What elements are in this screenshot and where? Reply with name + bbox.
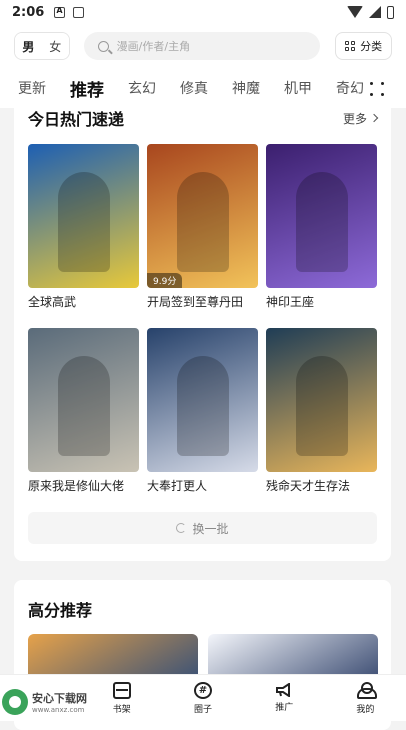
status-bar: 2:06 — [0, 0, 406, 24]
comic-cover[interactable] — [266, 144, 377, 288]
refresh-label: 换一批 — [192, 521, 229, 536]
status-time: 2:06 — [12, 4, 45, 20]
more-link[interactable]: 更多 — [342, 110, 379, 127]
comic-cover[interactable] — [266, 328, 377, 472]
nav-item-1[interactable]: # 圈子 — [162, 675, 243, 721]
bookshelf-icon — [112, 681, 131, 699]
tab-5[interactable]: 机甲 — [284, 78, 312, 98]
tab-3[interactable]: 修真 — [180, 78, 208, 98]
signal-icon — [369, 6, 381, 18]
wifi-icon — [347, 6, 363, 18]
more-label: 更多 — [342, 111, 367, 126]
high-score-header: 高分推荐 — [14, 580, 391, 638]
cover-figure — [177, 356, 229, 456]
notification-a-icon — [54, 6, 66, 18]
cover-figure — [58, 172, 110, 272]
watermark: 安心下载网 www.anxz.com — [0, 684, 104, 720]
gender-female-button[interactable]: 女 — [41, 33, 69, 59]
comic-title[interactable]: 残命天才生存法 — [266, 477, 377, 497]
hash-circle-icon: # — [194, 681, 212, 699]
comic-cover[interactable] — [28, 144, 139, 288]
hot-section-title: 今日热门速递 — [28, 110, 125, 129]
cover-figure — [58, 356, 110, 456]
cover-figure — [296, 172, 348, 272]
search-icon — [97, 40, 109, 52]
comic-item[interactable]: 神印王座 — [266, 144, 377, 328]
cover-figure — [296, 356, 348, 456]
notification-box-icon — [73, 6, 85, 18]
megaphone-icon — [275, 682, 293, 698]
battery-icon — [387, 5, 394, 19]
nav-item-3[interactable]: 我的 — [325, 675, 406, 721]
watermark-main: 安心下载网 — [32, 692, 87, 705]
hot-grid: 全球高武 9.9分开局签到至尊丹田 神印王座原来我是修仙大佬 大奉打更人 残命天才生存法 — [28, 144, 378, 512]
comic-title[interactable]: 开局签到至尊丹田 — [147, 293, 258, 313]
nav-label: 圈子 — [194, 704, 213, 715]
nav-label: 书架 — [112, 704, 131, 715]
comic-title[interactable]: 原来我是修仙大佬 — [28, 477, 139, 497]
comic-title[interactable]: 神印王座 — [266, 293, 377, 313]
tab-0[interactable]: 更新 — [18, 78, 46, 98]
watermark-sub: www.anxz.com — [32, 706, 85, 714]
gender-male-button[interactable]: 男 — [15, 33, 42, 59]
hot-section-header: 今日热门速递 更多 — [14, 102, 391, 134]
refresh-button[interactable]: 换一批 — [28, 512, 377, 544]
tab-6[interactable]: 奇幻 — [336, 78, 364, 98]
comic-item[interactable]: 残命天才生存法 — [266, 328, 377, 512]
hot-section-card: 今日热门速递 更多 全球高武 9.9分开局签到至尊丹田 神印王座原来我是修仙大佬 大奉… — [14, 102, 391, 561]
comic-item[interactable]: 全球高武 — [28, 144, 139, 328]
watermark-logo-icon — [2, 689, 28, 715]
search-input[interactable]: 漫画/作者/主角 — [83, 32, 321, 60]
comic-item[interactable]: 9.9分开局签到至尊丹田 — [147, 144, 258, 328]
comic-cover[interactable] — [147, 328, 258, 472]
comic-title[interactable]: 全球高武 — [28, 293, 139, 313]
chevron-right-icon — [369, 113, 379, 123]
nav-label: 推广 — [275, 703, 294, 713]
user-icon — [357, 681, 378, 699]
refresh-icon — [176, 523, 187, 533]
tab-1[interactable]: 推荐 — [70, 76, 104, 101]
comic-title[interactable]: 大奉打更人 — [147, 477, 258, 497]
high-score-title: 高分推荐 — [28, 601, 93, 620]
score-badge: 9.9分 — [147, 273, 183, 288]
classify-label: 分类 — [360, 40, 383, 53]
tab-4[interactable]: 神魔 — [232, 78, 260, 98]
more-tabs-icon[interactable] — [370, 82, 384, 96]
nav-item-2[interactable]: 推广 — [244, 675, 325, 721]
gender-toggle: 男 女 — [14, 32, 70, 60]
grid-icon — [345, 41, 356, 51]
top-bar: 男 女 漫画/作者/主角 分类 — [0, 24, 406, 68]
comic-cover[interactable]: 9.9分 — [147, 144, 258, 288]
classify-button[interactable]: 分类 — [335, 32, 392, 60]
nav-label: 我的 — [356, 704, 375, 715]
search-placeholder: 漫画/作者/主角 — [116, 40, 191, 53]
comic-item[interactable]: 原来我是修仙大佬 — [28, 328, 139, 512]
tab-2[interactable]: 玄幻 — [128, 78, 156, 98]
cover-figure — [177, 172, 229, 272]
comic-item[interactable]: 大奉打更人 — [147, 328, 258, 512]
comic-cover[interactable] — [28, 328, 139, 472]
